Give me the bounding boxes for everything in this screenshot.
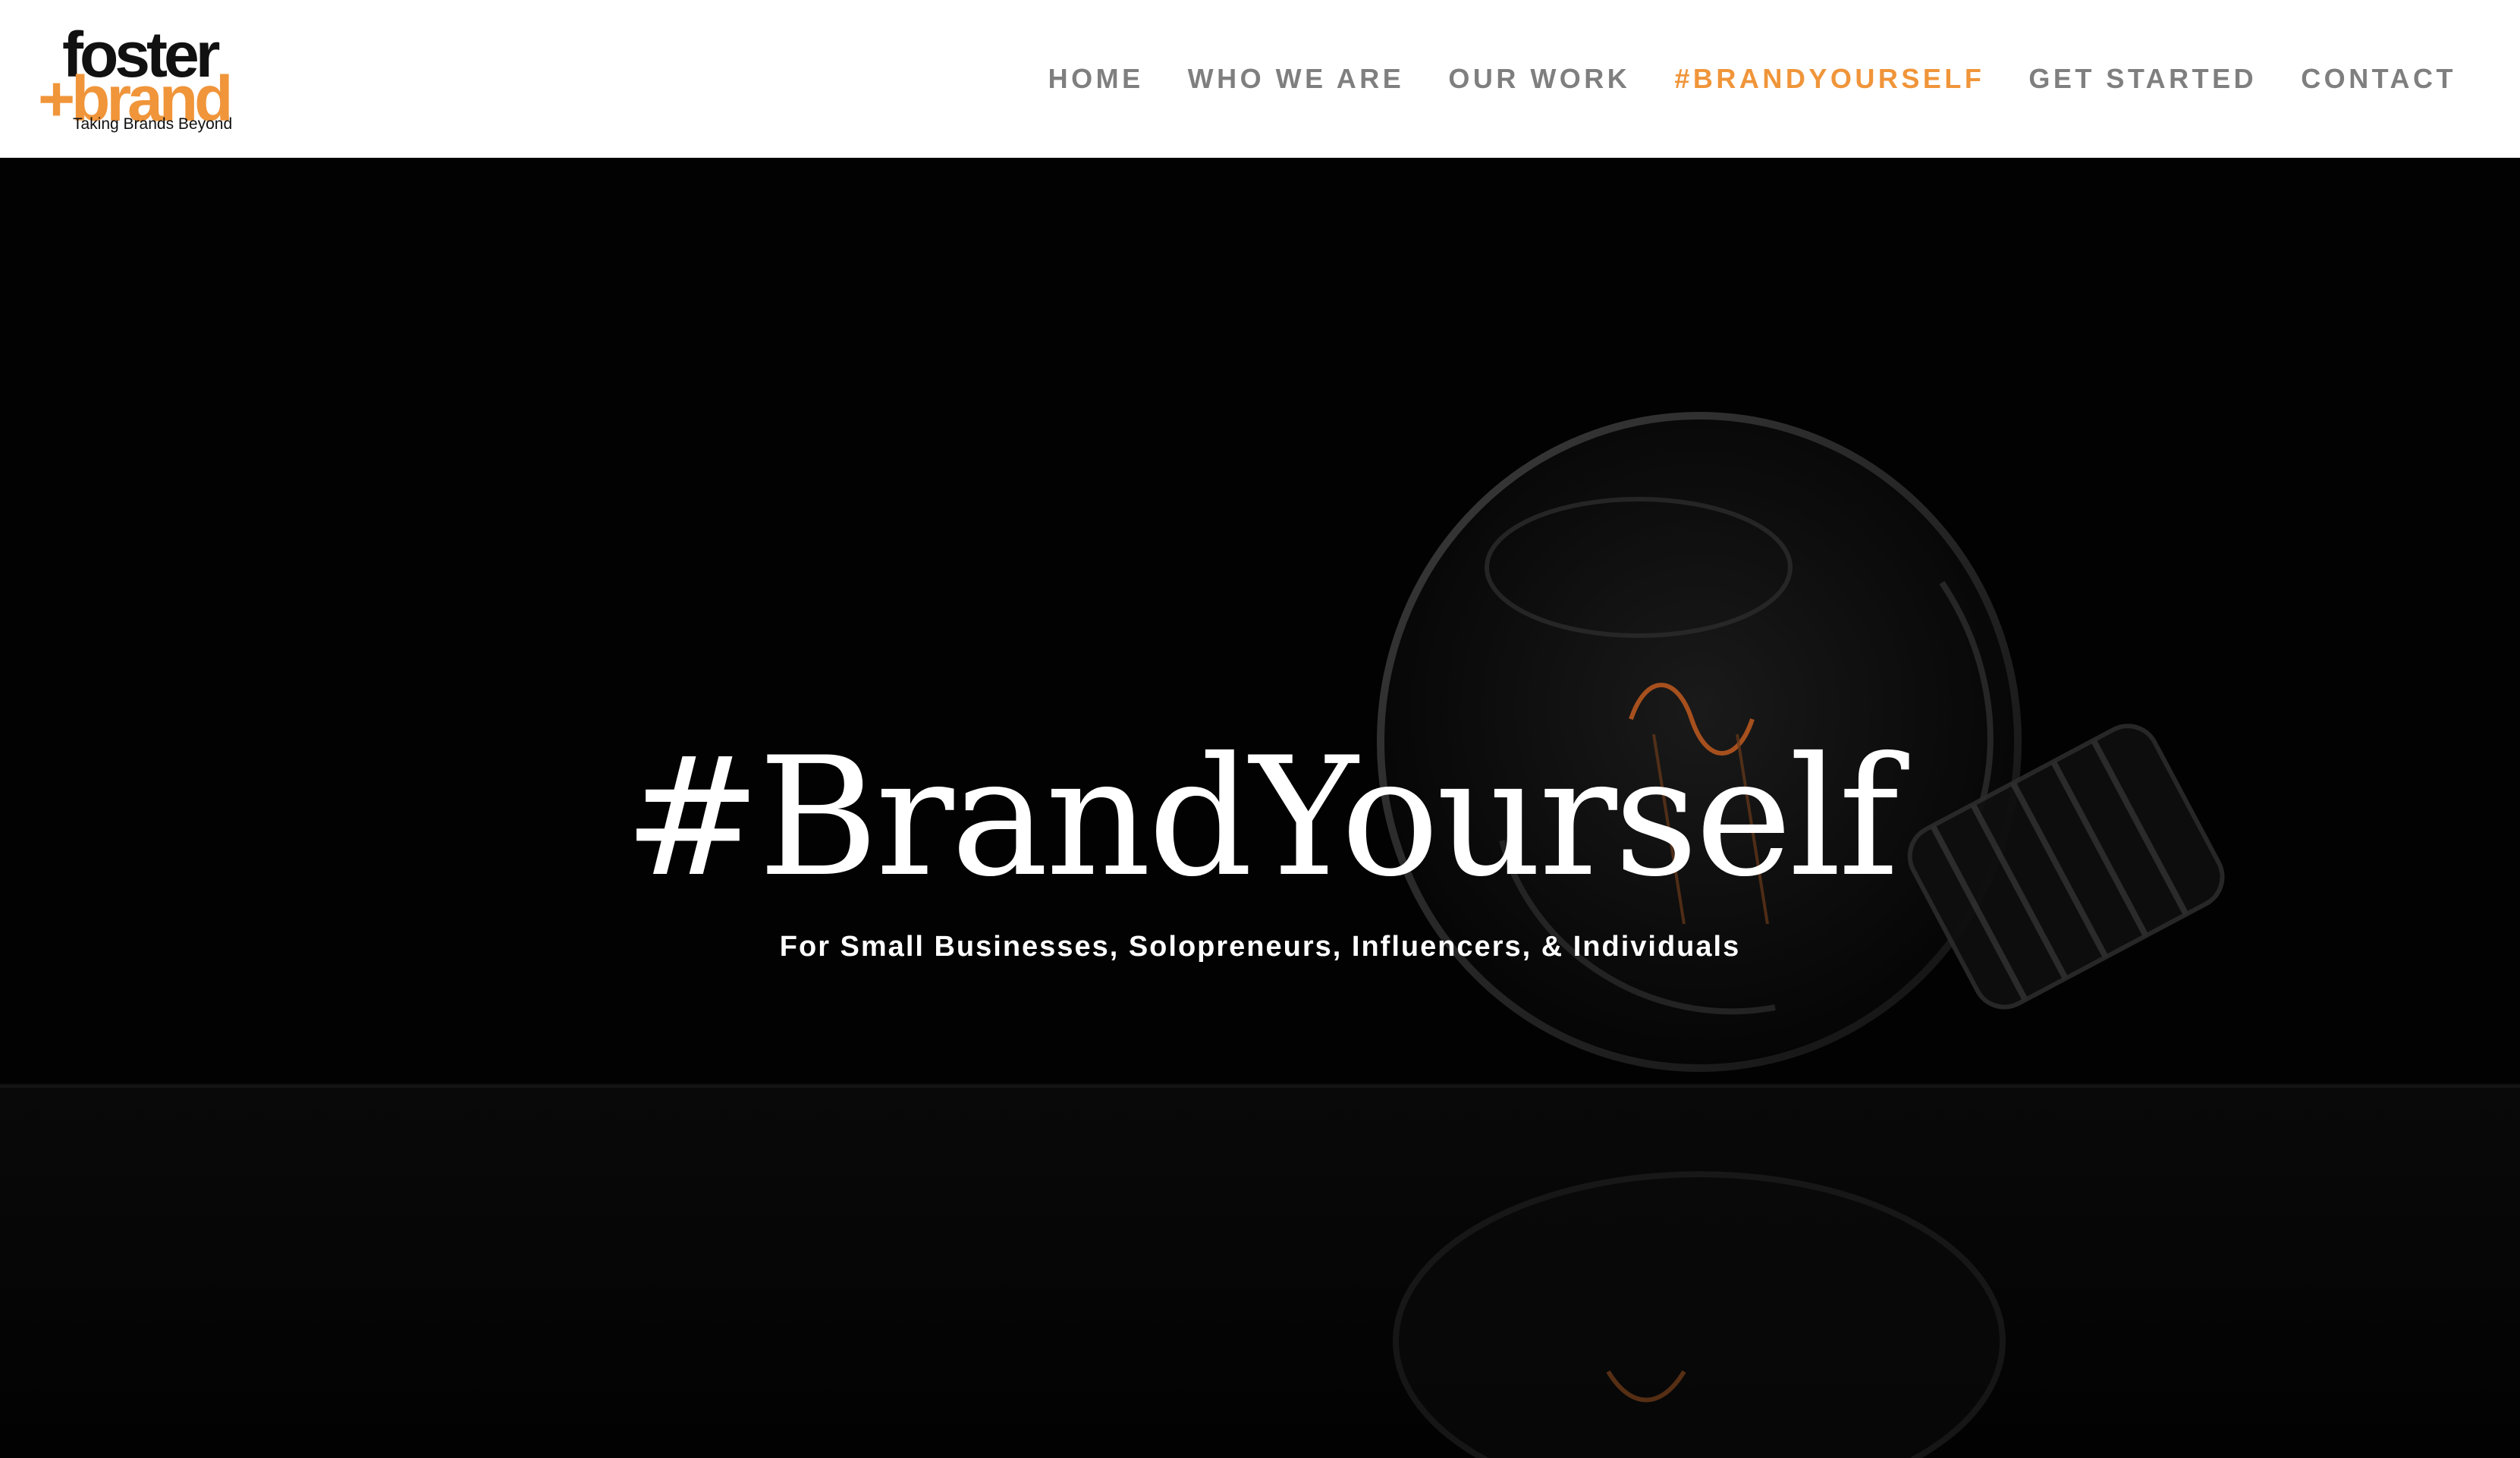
site-logo[interactable]: foster +brand Taking Brands Beyond — [38, 23, 250, 137]
hero-title: #BrandYourself — [624, 722, 1899, 913]
logo-tagline: Taking Brands Beyond — [73, 115, 233, 133]
hero-subtitle: For Small Businesses, Solopreneurs, Infl… — [779, 931, 1741, 963]
main-navigation: HOME WHO WE ARE OUR WORK #BRANDYOURSELF … — [1048, 61, 2456, 97]
nav-item-contact[interactable]: CONTACT — [2301, 63, 2456, 95]
nav-item-who-we-are[interactable]: WHO WE ARE — [1188, 63, 1405, 95]
nav-item-home[interactable]: HOME — [1048, 63, 1144, 95]
nav-item-get-started[interactable]: GET STARTED — [2028, 63, 2257, 95]
nav-item-our-work[interactable]: OUR WORK — [1448, 63, 1630, 95]
hero-section: #BrandYourself For Small Businesses, Sol… — [0, 158, 2520, 1458]
site-header: foster +brand Taking Brands Beyond HOME … — [0, 0, 2520, 158]
nav-item-brandyourself[interactable]: #BRANDYOURSELF — [1674, 63, 1984, 95]
